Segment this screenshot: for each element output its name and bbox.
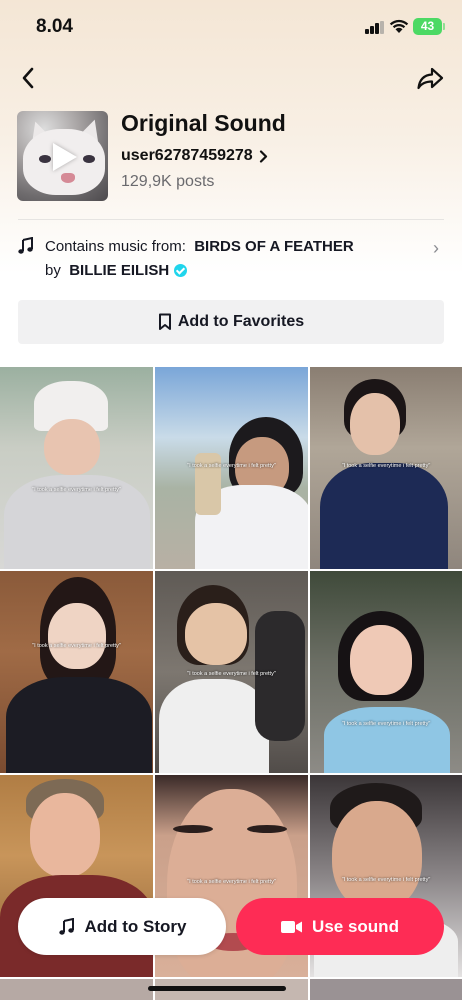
video-thumbnail[interactable]: "I took a selfie everytime i felt pretty…	[155, 367, 308, 569]
video-caption: "I took a selfie everytime i felt pretty…	[341, 463, 431, 469]
verified-badge-icon	[174, 264, 188, 277]
sound-cover-thumbnail[interactable]	[17, 111, 108, 201]
add-to-story-label: Add to Story	[84, 916, 187, 936]
use-sound-label: Use sound	[312, 916, 399, 936]
music-by: by	[45, 262, 61, 279]
music-artist-line: by BILLIE EILISH	[45, 262, 188, 279]
battery-indicator: 43	[413, 18, 445, 35]
video-thumbnail[interactable]: "I took a selfie everytime i felt pretty…	[0, 571, 153, 773]
video-caption: "I took a selfie everytime i felt pretty…	[187, 879, 276, 885]
video-caption: "I took a selfie everytime i felt pretty…	[187, 463, 276, 469]
add-to-favorites-label: Add to Favorites	[177, 313, 305, 330]
chevron-right-icon	[259, 149, 267, 163]
video-caption: "I took a selfie everytime i felt pretty…	[341, 721, 431, 727]
sound-author-name: user62787459278	[121, 147, 253, 164]
contains-music-row[interactable]: Contains music from: BIRDS OF A FEATHER …	[17, 232, 447, 286]
add-to-favorites-button[interactable]: Add to Favorites	[18, 300, 444, 344]
video-camera-icon	[281, 920, 303, 933]
music-note-icon	[58, 917, 74, 935]
video-thumbnail[interactable]: "I took a selfie everytime i felt pretty…	[155, 571, 308, 773]
video-caption: "I took a selfie everytime i felt pretty…	[187, 671, 276, 677]
sound-title: Original Sound	[121, 110, 286, 136]
cellular-signal-icon	[365, 21, 385, 34]
video-caption: "I took a selfie everytime i felt pretty…	[32, 643, 121, 649]
status-time: 8.04	[36, 16, 73, 37]
add-to-story-button[interactable]: Add to Story	[18, 898, 226, 955]
video-thumbnail[interactable]: "I took a selfie everytime i felt pretty…	[310, 367, 462, 569]
play-icon[interactable]	[53, 143, 77, 171]
bookmark-icon	[158, 313, 171, 330]
video-thumbnail[interactable]	[310, 979, 462, 1000]
music-prefix: Contains music from:	[45, 238, 186, 255]
back-chevron-icon	[22, 67, 34, 89]
home-indicator	[148, 986, 286, 991]
divider	[18, 219, 444, 220]
video-caption: "I took a selfie everytime i felt pretty…	[32, 487, 121, 493]
video-caption: "I took a selfie everytime i felt pretty…	[341, 877, 431, 883]
post-count: 129,9K posts	[121, 173, 215, 190]
video-thumbnail[interactable]: "I took a selfie everytime i felt pretty…	[310, 571, 462, 773]
chevron-right-icon: ›	[433, 238, 439, 258]
bottom-action-bar: Add to Story Use sound	[0, 896, 462, 956]
status-bar: 8.04 43	[0, 0, 462, 54]
video-thumbnail[interactable]: "I took a selfie everytime i felt pretty…	[0, 367, 153, 569]
wifi-icon	[389, 19, 409, 33]
share-arrow-icon	[417, 67, 444, 90]
video-thumbnail[interactable]	[0, 979, 153, 1000]
music-source-text: Contains music from: BIRDS OF A FEATHER	[45, 238, 354, 255]
share-button[interactable]	[412, 62, 448, 94]
artist-name: BILLIE EILISH	[69, 262, 170, 279]
back-button[interactable]	[12, 62, 44, 94]
song-title: BIRDS OF A FEATHER	[194, 238, 354, 255]
use-sound-button[interactable]: Use sound	[236, 898, 444, 955]
music-note-icon	[18, 237, 33, 254]
sound-author-link[interactable]: user62787459278	[121, 147, 268, 165]
